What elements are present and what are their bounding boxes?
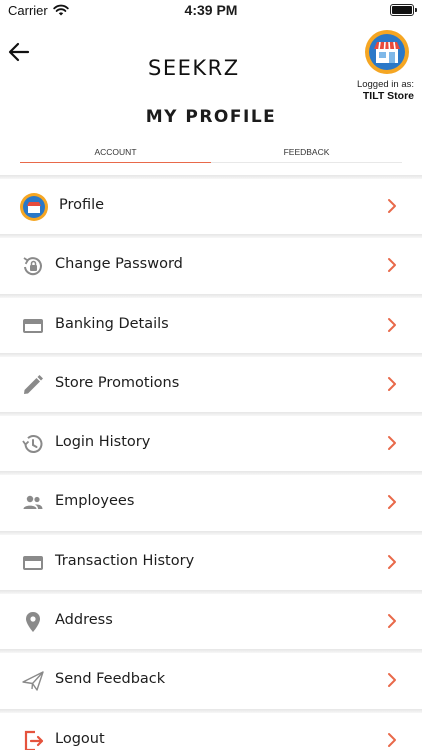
menu-item-profile[interactable]: Profile bbox=[0, 175, 422, 235]
menu-item-label: Profile bbox=[59, 197, 105, 213]
chevron-right-icon bbox=[388, 258, 396, 273]
storefront-icon bbox=[369, 34, 405, 70]
menu-item-employees[interactable]: Employees bbox=[0, 471, 422, 531]
people-icon bbox=[21, 491, 45, 515]
menu-item-label: Logout bbox=[55, 730, 105, 747]
battery-icon bbox=[390, 4, 417, 16]
chevron-right-icon bbox=[388, 732, 396, 747]
menu-item-login-history[interactable]: Login History bbox=[0, 412, 422, 472]
paper-plane-icon bbox=[21, 669, 45, 693]
menu-item-banking-details[interactable]: Banking Details bbox=[0, 293, 422, 353]
menu-item-label: Address bbox=[55, 612, 113, 629]
chevron-right-icon bbox=[388, 436, 396, 451]
menu-item-change-password[interactable]: Change Password bbox=[0, 234, 422, 294]
store-avatar[interactable] bbox=[365, 30, 409, 74]
arrow-left-icon bbox=[8, 42, 30, 62]
location-pin-icon bbox=[21, 610, 45, 634]
status-bar: Carrier 4:39 PM bbox=[0, 0, 422, 24]
chevron-right-icon bbox=[388, 554, 396, 569]
tab-bar: ACCOUNT FEEDBACK bbox=[20, 145, 402, 163]
active-tab-indicator bbox=[20, 161, 211, 163]
logged-in-label: Logged in as: bbox=[356, 79, 414, 90]
menu-item-logout[interactable]: Logout bbox=[0, 708, 422, 750]
back-button[interactable] bbox=[6, 38, 34, 66]
app-logo: SEEKRZ bbox=[148, 56, 240, 80]
menu-item-label: Login History bbox=[55, 434, 151, 451]
menu-item-store-promotions[interactable]: Store Promotions bbox=[0, 352, 422, 413]
chevron-right-icon bbox=[388, 614, 396, 629]
menu-item-label: Employees bbox=[55, 493, 135, 510]
menu-item-label: Transaction History bbox=[55, 552, 195, 569]
pencil-icon bbox=[21, 373, 45, 397]
store-avatar-icon bbox=[20, 193, 48, 221]
menu-item-label: Banking Details bbox=[55, 315, 169, 332]
menu-item-address[interactable]: Address bbox=[0, 590, 422, 650]
menu-item-label: Store Promotions bbox=[55, 374, 180, 391]
logout-icon bbox=[21, 729, 45, 750]
profile-menu-list: Profile Change Password Banking Details bbox=[0, 175, 422, 750]
chevron-right-icon bbox=[388, 495, 396, 510]
tab-divider bbox=[211, 162, 402, 163]
menu-item-label: Send Feedback bbox=[55, 671, 166, 688]
chevron-right-icon bbox=[388, 673, 396, 688]
chevron-right-icon bbox=[388, 376, 396, 391]
menu-item-label: Change Password bbox=[55, 256, 183, 273]
chevron-right-icon bbox=[388, 317, 396, 332]
credit-card-icon bbox=[21, 551, 45, 575]
logged-in-store-name: TILT Store bbox=[362, 90, 414, 102]
menu-item-send-feedback[interactable]: Send Feedback bbox=[0, 649, 422, 709]
credit-card-icon bbox=[21, 314, 45, 338]
page-title: MY PROFILE bbox=[145, 107, 277, 127]
history-icon bbox=[21, 432, 45, 456]
tab-account[interactable]: ACCOUNT bbox=[20, 145, 211, 163]
menu-item-transaction-history[interactable]: Transaction History bbox=[0, 530, 422, 591]
chevron-right-icon bbox=[388, 199, 396, 213]
tab-feedback[interactable]: FEEDBACK bbox=[211, 145, 402, 163]
status-time: 4:39 PM bbox=[184, 2, 238, 18]
lock-reset-icon bbox=[21, 254, 45, 278]
